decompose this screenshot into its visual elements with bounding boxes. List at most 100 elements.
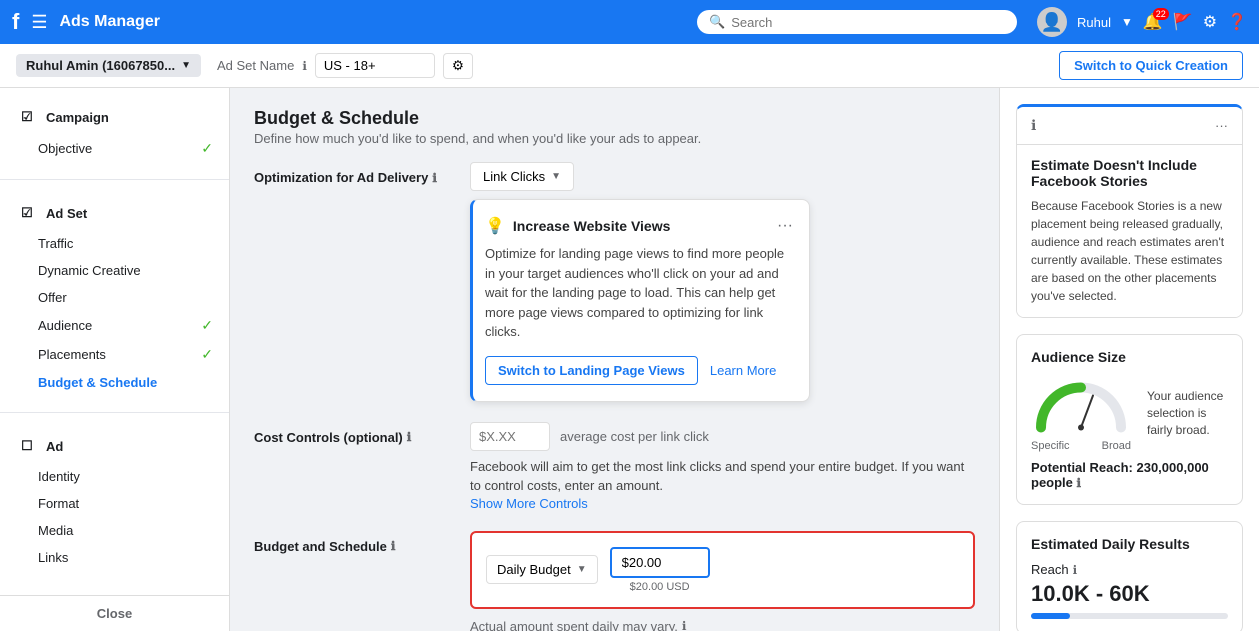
sidebar-ad-section: ☐ Ad Identity Format Media Links [0, 417, 229, 583]
daily-budget-label: Daily Budget [497, 562, 571, 577]
optimization-chevron-icon: ▼ [551, 171, 561, 182]
cost-input[interactable] [470, 422, 550, 451]
popup-menu-icon[interactable]: ··· [777, 217, 793, 235]
adset-name-row: Ad Set Name ℹ ⚙ [217, 53, 473, 79]
optimization-info-icon[interactable]: ℹ [432, 171, 437, 185]
popup-card-body: Optimize for landing page views to find … [485, 244, 793, 342]
budget-schedule-row: Budget and Schedule ℹ Daily Budget ▼ $20… [254, 531, 975, 631]
est-reach-value: 10.0K - 60K [1031, 581, 1228, 607]
account-chevron-icon: ▼ [181, 60, 191, 71]
gauge-labels: Specific Broad [1031, 440, 1131, 452]
sidebar-item-audience[interactable]: Audience ✓ [0, 311, 229, 340]
popup-title-text: Increase Website Views [513, 218, 670, 234]
gauge-chart [1031, 375, 1131, 435]
daily-budget-dropdown[interactable]: Daily Budget ▼ [486, 555, 598, 584]
adset-gear-button[interactable]: ⚙ [443, 53, 473, 79]
sidebar-item-links[interactable]: Links [0, 544, 229, 571]
sidebar-adset-section: ☑ Ad Set Traffic Dynamic Creative Offer … [0, 184, 229, 408]
sidebar-item-placements[interactable]: Placements ✓ [0, 340, 229, 369]
app-layout: ☑ Campaign Objective ✓ ☑ Ad Set Traffic … [0, 88, 1259, 631]
sidebar-divider-2 [0, 412, 229, 413]
sidebar-adset-label: Ad Set [46, 206, 87, 221]
sidebar-audience-label: Audience [38, 318, 92, 333]
est-reach-label: Reach ℹ [1031, 562, 1228, 577]
est-bar-fill [1031, 613, 1070, 619]
nav-right: 👤 Ruhul ▼ 🔔 22 🚩 ⚙ ❓ [1037, 7, 1247, 37]
popup-card-title: 💡 Increase Website Views [485, 216, 670, 236]
estimated-results-card: Estimated Daily Results Reach ℹ 10.0K - … [1016, 521, 1243, 631]
sidebar-campaign-label: Campaign [46, 110, 109, 125]
sidebar-traffic-label: Traffic [38, 236, 73, 251]
notice-card-body: Estimate Doesn't Include Facebook Storie… [1017, 145, 1242, 317]
sidebar-ad-label: Ad [46, 439, 63, 454]
adset-info-icon[interactable]: ℹ [302, 59, 307, 73]
sidebar-objective-check-icon: ✓ [201, 140, 213, 157]
right-panel-inner: ℹ ··· Estimate Doesn't Include Facebook … [1000, 88, 1259, 631]
sidebar-item-media[interactable]: Media [0, 517, 229, 544]
campaign-checkbox-icon: ☑ [16, 106, 38, 128]
sidebar-ad-header: ☐ Ad [0, 429, 229, 463]
hamburger-icon[interactable]: ☰ [31, 12, 47, 33]
flag-icon[interactable]: 🚩 [1173, 12, 1193, 32]
cost-controls-info-icon[interactable]: ℹ [407, 430, 412, 444]
notice-title: Estimate Doesn't Include Facebook Storie… [1031, 157, 1228, 189]
budget-amount-input[interactable] [610, 547, 710, 578]
sidebar-item-identity[interactable]: Identity [0, 463, 229, 490]
adset-name-input[interactable] [315, 53, 435, 78]
close-button[interactable]: Close [0, 595, 229, 631]
account-selector[interactable]: Ruhul Amin (16067850... ▼ [16, 54, 201, 77]
sidebar-item-budget-schedule[interactable]: Budget & Schedule [0, 369, 229, 396]
notice-card: ℹ ··· Estimate Doesn't Include Facebook … [1016, 104, 1243, 318]
settings-icon[interactable]: ⚙ [1203, 12, 1217, 32]
sidebar-item-objective[interactable]: Objective ✓ [0, 134, 229, 163]
notifications-icon[interactable]: 🔔 22 [1143, 12, 1163, 32]
gauge-broad-label: Broad [1102, 440, 1131, 452]
notice-menu-icon[interactable]: ··· [1215, 118, 1228, 133]
sidebar-dynamic-creative-label: Dynamic Creative [38, 263, 141, 278]
help-icon[interactable]: ❓ [1227, 12, 1247, 32]
sidebar-item-traffic[interactable]: Traffic [0, 230, 229, 257]
avg-cost-label: average cost per link click [560, 429, 709, 444]
actual-amount-info-icon[interactable]: ℹ [682, 619, 687, 631]
ad-checkbox-icon: ☐ [16, 435, 38, 457]
budget-section: Daily Budget ▼ $20.00 USD [470, 531, 975, 609]
optimization-control: Link Clicks ▼ 💡 Increase Website Views ·… [470, 162, 975, 402]
adset-checkbox-icon: ☑ [16, 202, 38, 224]
popup-card: 💡 Increase Website Views ··· Optimize fo… [470, 199, 810, 402]
account-name: Ruhul Amin (16067850... [26, 58, 175, 73]
nav-title: Ads Manager [59, 13, 159, 31]
sidebar-campaign-section: ☑ Campaign Objective ✓ [0, 88, 229, 175]
top-nav: f ☰ Ads Manager 🔍 👤 Ruhul ▼ 🔔 22 🚩 ⚙ ❓ [0, 0, 1259, 44]
center-panel: Budget & Schedule Define how much you'd … [230, 88, 999, 631]
learn-more-link[interactable]: Learn More [710, 363, 776, 378]
search-bar[interactable]: 🔍 [697, 10, 1017, 34]
optimization-dropdown[interactable]: Link Clicks ▼ [470, 162, 574, 191]
show-more-controls-link[interactable]: Show More Controls [470, 496, 588, 511]
sidebar-item-offer[interactable]: Offer [0, 284, 229, 311]
sidebar-item-dynamic-creative[interactable]: Dynamic Creative [0, 257, 229, 284]
sidebar-item-format[interactable]: Format [0, 490, 229, 517]
user-chevron[interactable]: ▼ [1121, 15, 1133, 29]
est-reach-info-icon[interactable]: ℹ [1073, 563, 1078, 577]
sidebar-format-label: Format [38, 496, 79, 511]
actual-amount-note: Actual amount spent daily may vary. ℹ [470, 619, 975, 631]
notice-text: Because Facebook Stories is a new placem… [1031, 197, 1228, 305]
search-icon: 🔍 [709, 14, 725, 30]
budget-schedule-label: Budget and Schedule ℹ [254, 531, 454, 554]
quick-creation-button[interactable]: Switch to Quick Creation [1059, 51, 1243, 80]
cost-controls-control: average cost per link click Facebook wil… [470, 422, 975, 511]
switch-landing-page-button[interactable]: Switch to Landing Page Views [485, 356, 698, 385]
cost-controls-row: Cost Controls (optional) ℹ average cost … [254, 422, 975, 511]
section-header: Budget & Schedule Define how much you'd … [254, 108, 975, 146]
section-subtitle: Define how much you'd like to spend, and… [254, 131, 975, 146]
optimization-label: Optimization for Ad Delivery ℹ [254, 162, 454, 185]
potential-reach-info-icon[interactable]: ℹ [1077, 476, 1082, 490]
sidebar: ☑ Campaign Objective ✓ ☑ Ad Set Traffic … [0, 88, 230, 631]
notice-info-icon: ℹ [1031, 117, 1036, 134]
budget-schedule-info-icon[interactable]: ℹ [391, 539, 396, 553]
daily-budget-chevron-icon: ▼ [577, 564, 587, 575]
popup-card-header: 💡 Increase Website Views ··· [485, 216, 793, 236]
search-input[interactable] [731, 15, 1005, 30]
potential-reach: Potential Reach: 230,000,000 people ℹ [1031, 460, 1228, 490]
audience-description: Your audience selection is fairly broad. [1147, 388, 1228, 438]
